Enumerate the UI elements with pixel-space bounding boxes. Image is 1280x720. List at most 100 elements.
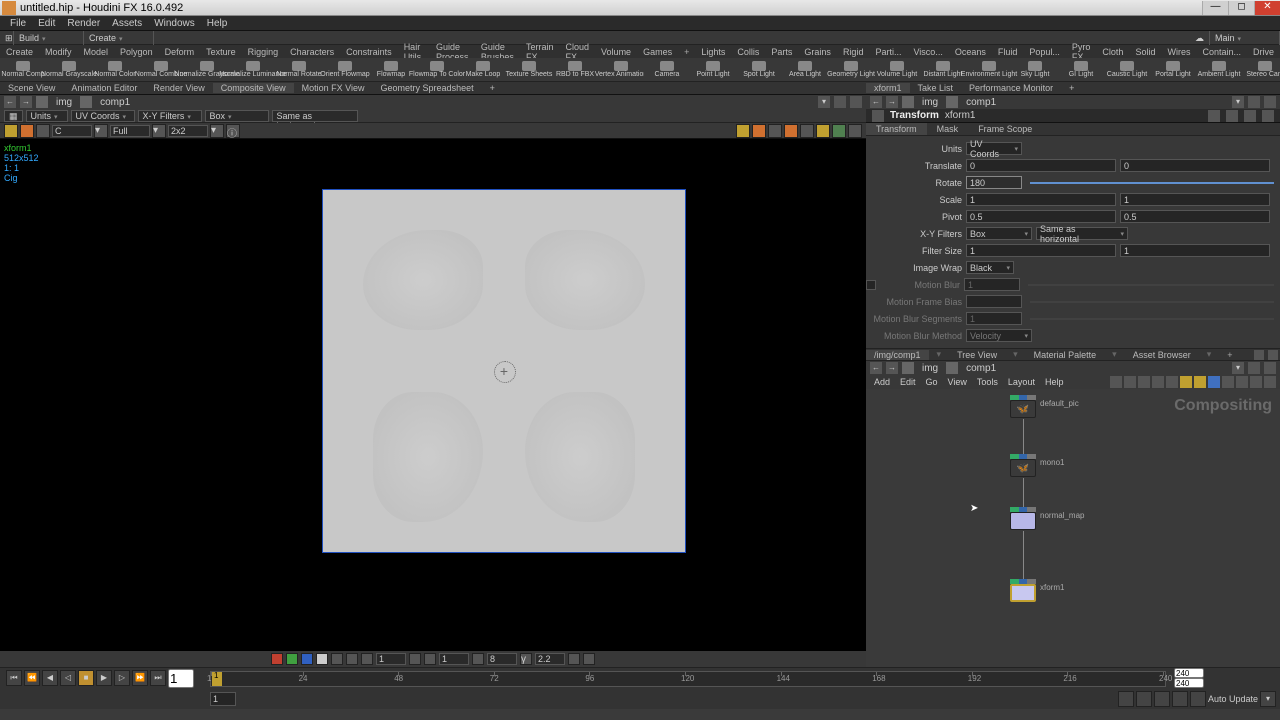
shelftab[interactable]: Fluid [992,47,1024,57]
shelftab[interactable]: Drive [1247,47,1280,57]
nettab[interactable]: Tree View [949,350,1005,360]
shelftab[interactable]: Lights [695,47,731,57]
horiz-select[interactable]: Same as horizontal [272,110,358,122]
scale-y[interactable] [1120,193,1270,206]
main-dropdown[interactable]: Main [1210,31,1280,45]
minimize-button[interactable]: — [1202,1,1228,15]
shelftab[interactable]: Collis [731,47,765,57]
pivot-x[interactable] [966,210,1116,223]
net-icon[interactable] [1208,376,1220,388]
node-mono1[interactable]: 🦋mono1 [1010,454,1036,477]
shelftab[interactable]: Characters [284,47,340,57]
netmenu[interactable]: Go [922,377,942,387]
shelftab[interactable]: Popul... [1023,47,1066,57]
play-fwd[interactable]: ▶ [96,670,112,686]
filtersize-y[interactable] [1120,244,1270,257]
net-icon[interactable] [1194,376,1206,388]
toggle-icon[interactable] [848,124,862,138]
node-default_pic[interactable]: 🦋default_pic [1010,395,1036,418]
view-mode-icon[interactable]: ▦ [4,110,23,122]
text-icon[interactable] [583,653,595,665]
back-button[interactable]: ← [4,96,16,108]
breadcrumb[interactable]: comp1 [96,97,134,108]
shelf-tool[interactable]: Portal Light [1150,59,1196,81]
network-view[interactable]: Compositing ➤ 🦋default_pic🦋mono1normal_m… [866,389,1280,667]
prev-frame[interactable]: ◀ [42,670,58,686]
value-input[interactable] [439,653,469,665]
arrow-icon[interactable]: ▾ [210,124,224,138]
text-icon[interactable] [568,653,580,665]
shelf-tool[interactable]: Normal Comp [0,59,46,81]
breadcrumb[interactable]: comp1 [962,97,1000,108]
parm-tab[interactable]: Mask [927,123,969,135]
shelf-tool[interactable]: Sky Light [1012,59,1058,81]
history-dropdown[interactable]: ▾ [818,96,830,108]
net-icon[interactable] [1110,376,1122,388]
shelf-tool[interactable]: Normalize Luminance [230,59,276,81]
shelf-tool[interactable]: Texture Sheets [506,59,552,81]
shelf-tool[interactable]: Environment Light [966,59,1012,81]
shelftab[interactable]: Modify [39,47,78,57]
net-toggle[interactable] [1254,350,1264,360]
gamma-input[interactable] [535,653,565,665]
nettab[interactable]: /img/comp1 [866,350,929,360]
shelf-tool[interactable]: Flowmap [368,59,414,81]
shelf-tool[interactable]: Vertex Animation [598,59,644,81]
breadcrumb[interactable]: img [918,97,942,108]
shelftab[interactable]: Games [637,47,678,57]
stop[interactable]: ■ [78,670,94,686]
forward-button[interactable]: → [20,96,32,108]
net-icon[interactable] [1138,376,1150,388]
red-channel[interactable] [271,653,283,665]
gear-icon[interactable] [1264,376,1276,388]
render-icon[interactable] [20,124,34,138]
history-dropdown[interactable]: ▾ [1232,96,1244,108]
prev-key[interactable]: ⏪ [24,670,40,686]
back-button[interactable]: ← [870,362,882,374]
toggle-icon[interactable] [736,124,750,138]
net-icon[interactable] [1152,376,1164,388]
flag-icon[interactable] [472,653,484,665]
node-xform1[interactable]: xform1 [1010,579,1036,602]
scale-x[interactable] [966,193,1116,206]
breadcrumb[interactable]: img [52,97,76,108]
close-button[interactable]: ✕ [1254,1,1280,15]
reload-icon[interactable] [1226,110,1238,122]
maximize-button[interactable]: ◻ [1228,1,1254,15]
key-icon[interactable] [1172,691,1188,707]
auto-update[interactable]: Auto Update [1208,694,1258,704]
menu-render[interactable]: Render [61,18,106,29]
pin-icon[interactable] [1248,362,1260,374]
shelf-tool[interactable]: GI Light [1058,59,1104,81]
netmenu[interactable]: View [944,377,971,387]
image-canvas[interactable] [322,189,686,553]
shelf-tool[interactable]: Distant Light [920,59,966,81]
wrap-select[interactable]: Black [966,261,1014,274]
cloud-icon[interactable]: ☁ [1190,31,1210,45]
menu-assets[interactable]: Assets [106,18,148,29]
lock-icon[interactable] [1190,691,1206,707]
info-icon[interactable] [1262,110,1274,122]
nettab-add[interactable]: + [1219,350,1240,360]
translate-y[interactable] [1120,159,1270,172]
node-name[interactable]: xform1 [945,110,976,121]
rotate-input[interactable] [966,176,1022,189]
shelftab-add[interactable]: + [678,47,695,57]
shelftab[interactable]: Rigging [242,47,285,57]
netmenu[interactable]: Help [1041,377,1068,387]
shelftab[interactable]: Oceans [949,47,992,57]
translate-x[interactable] [966,159,1116,172]
dropdown-icon[interactable]: ▾ [1260,691,1276,707]
timeline-track[interactable]: 1 124487296120144168192216240 [210,671,1166,687]
menu-windows[interactable]: Windows [148,18,201,29]
link-icon[interactable] [1264,96,1276,108]
nettab[interactable]: Asset Browser [1125,350,1199,360]
next-key[interactable]: ⏩ [132,670,148,686]
value-input[interactable] [376,653,406,665]
shelf-tool[interactable]: Make Loop [460,59,506,81]
netmenu[interactable]: Layout [1004,377,1039,387]
shelftab[interactable]: Model [78,47,115,57]
forward-button[interactable]: → [886,96,898,108]
create-dropdown[interactable]: Create [84,31,154,45]
shelf-tool[interactable]: Normal Rotate [276,59,322,81]
